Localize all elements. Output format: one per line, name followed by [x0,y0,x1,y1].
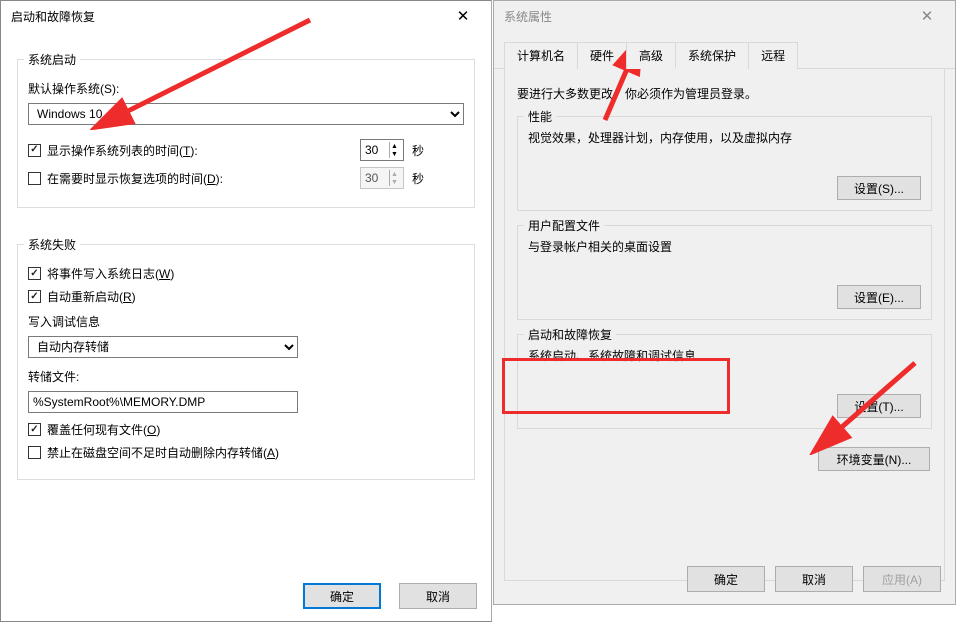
show-os-list-checkbox[interactable] [28,144,41,157]
cancel-button[interactable]: 取消 [775,566,853,592]
overwrite-label: 覆盖任何现有文件(O) [47,421,160,438]
performance-settings-button[interactable]: 设置(S)... [837,176,921,200]
close-button[interactable]: ✕ [907,3,947,29]
dump-file-input[interactable] [28,391,298,413]
show-recovery-seconds-spin: ▲▼ [360,167,404,189]
seconds-unit-2: 秒 [412,170,424,187]
auto-restart-label: 自动重新启动(R) [47,288,136,305]
write-event-checkbox[interactable] [28,267,41,280]
user-profiles-group: 用户配置文件 与登录帐户相关的桌面设置 设置(E)... [517,225,932,320]
apply-button[interactable]: 应用(A) [863,566,941,592]
show-os-list-seconds-input[interactable] [365,143,389,157]
system-failure-group: 系统失败 将事件写入系统日志(W) 自动重新启动(R) 写入调试信息 自动内存转… [17,244,475,480]
ok-button[interactable]: 确定 [687,566,765,592]
default-os-select[interactable]: Windows 10 [28,103,464,125]
startup-desc: 系统启动、系统故障和调试信息 [528,347,921,364]
tab-system-protection[interactable]: 系统保护 [675,42,749,69]
close-icon: ✕ [921,7,934,25]
dialog-title: 启动和故障恢复 [9,8,443,25]
startup-recovery-group: 启动和故障恢复 系统启动、系统故障和调试信息 设置(T)... [517,334,932,429]
system-properties-dialog: 系统属性 ✕ 计算机名 硬件 高级 系统保护 远程 要进行大多数更改，你必须作为… [493,0,956,605]
tab-advanced[interactable]: 高级 [626,42,676,69]
show-recovery-checkbox[interactable] [28,172,41,185]
chevron-down-icon: ▼ [389,178,399,186]
group-label: 系统启动 [24,51,80,68]
seconds-unit: 秒 [412,142,424,159]
write-event-label: 将事件写入系统日志(W) [47,265,174,282]
profiles-settings-button[interactable]: 设置(E)... [837,285,921,309]
startup-recovery-dialog: 启动和故障恢复 ✕ 系统启动 默认操作系统(S): Windows 10 显示操… [0,0,492,622]
chevron-up-icon: ▲ [389,170,399,178]
tab-hardware[interactable]: 硬件 [577,42,627,69]
dump-file-label: 转储文件: [28,368,464,385]
close-button[interactable]: ✕ [443,3,483,29]
chevron-up-icon[interactable]: ▲ [389,142,399,150]
ok-button[interactable]: 确定 [303,583,381,609]
profiles-desc: 与登录帐户相关的桌面设置 [528,238,921,255]
show-recovery-seconds-input [365,171,389,185]
startup-settings-button[interactable]: 设置(T)... [837,394,921,418]
tab-remote[interactable]: 远程 [748,42,798,69]
group-label: 用户配置文件 [524,217,604,234]
show-os-list-seconds-spin[interactable]: ▲▼ [360,139,404,161]
performance-group: 性能 视觉效果，处理器计划，内存使用，以及虚拟内存 设置(S)... [517,116,932,211]
cancel-button[interactable]: 取消 [399,583,477,609]
debug-info-label: 写入调试信息 [28,313,464,330]
group-label: 性能 [524,108,556,125]
environment-variables-button[interactable]: 环境变量(N)... [818,447,930,471]
performance-desc: 视觉效果，处理器计划，内存使用，以及虚拟内存 [528,129,921,146]
no-dump-low-space-checkbox[interactable] [28,446,41,459]
chevron-down-icon[interactable]: ▼ [389,150,399,158]
titlebar[interactable]: 系统属性 ✕ [494,1,955,31]
overwrite-checkbox[interactable] [28,423,41,436]
system-startup-group: 系统启动 默认操作系统(S): Windows 10 显示操作系统列表的时间(T… [17,59,475,208]
default-os-label: 默认操作系统(S): [28,80,464,97]
admin-notice: 要进行大多数更改，你必须作为管理员登录。 [517,85,932,102]
tabs: 计算机名 硬件 高级 系统保护 远程 [494,31,955,69]
tab-computer-name[interactable]: 计算机名 [504,42,578,69]
group-label: 启动和故障恢复 [524,326,616,343]
close-icon: ✕ [457,7,470,25]
no-dump-low-space-label: 禁止在磁盘空间不足时自动删除内存转储(A) [47,444,279,461]
dialog-title: 系统属性 [502,8,907,25]
show-recovery-label: 在需要时显示恢复选项的时间(D): [47,170,223,187]
tab-body-advanced: 要进行大多数更改，你必须作为管理员登录。 性能 视觉效果，处理器计划，内存使用，… [504,69,945,581]
debug-info-select[interactable]: 自动内存转储 [28,336,298,358]
group-label: 系统失败 [24,236,80,253]
auto-restart-checkbox[interactable] [28,290,41,303]
titlebar[interactable]: 启动和故障恢复 ✕ [1,1,491,31]
show-os-list-label: 显示操作系统列表的时间(T): [47,142,198,159]
